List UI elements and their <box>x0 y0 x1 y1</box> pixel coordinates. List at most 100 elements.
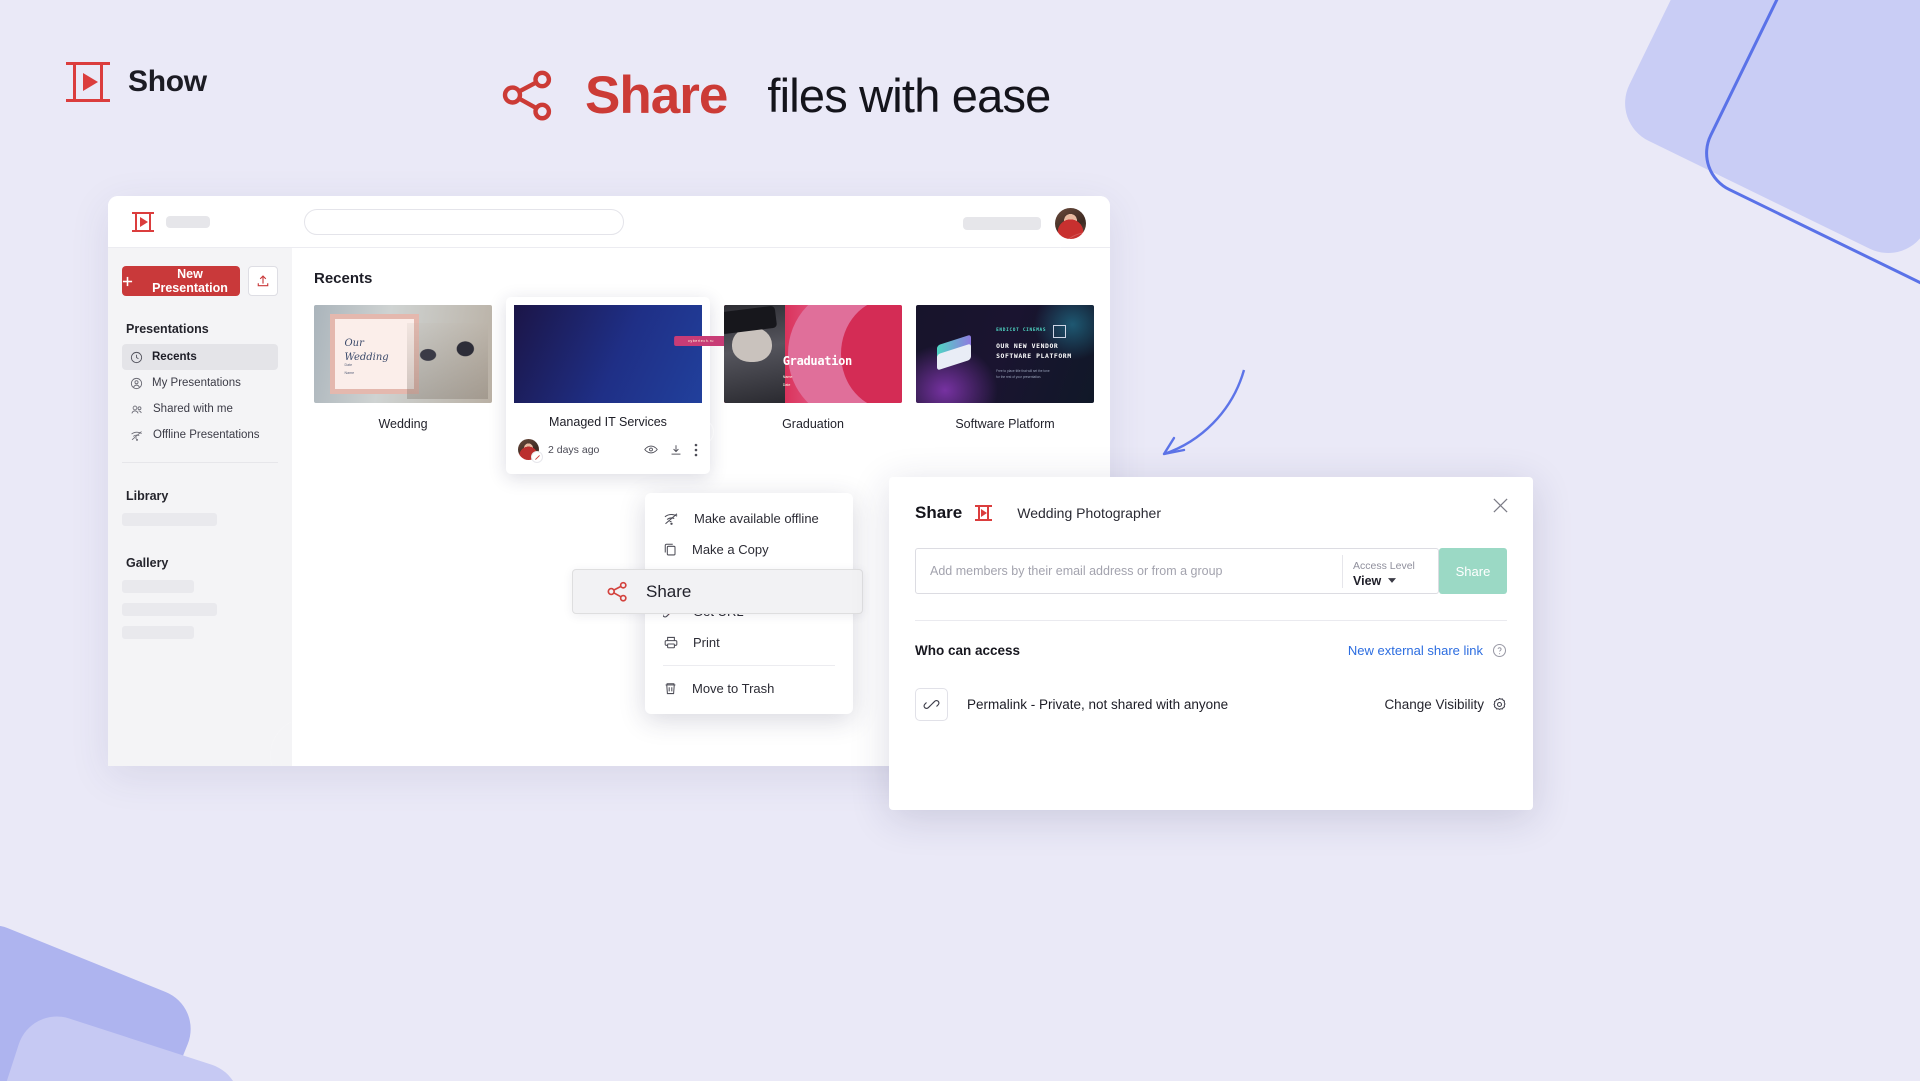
sidebar-heading-presentations: Presentations <box>126 322 209 336</box>
show-logo-icon <box>975 505 993 521</box>
chevron-down-icon <box>1388 578 1397 583</box>
plus-icon <box>122 276 133 287</box>
decorative-shape-top-right <box>1610 0 1920 268</box>
close-icon[interactable] <box>1492 497 1509 514</box>
sidebar-item-shared-with-me[interactable]: Shared with me <box>122 396 278 422</box>
sidebar-heading-library: Library <box>126 489 169 503</box>
download-icon[interactable] <box>670 444 682 456</box>
topbar-right <box>963 208 1086 239</box>
avatar <box>518 439 543 463</box>
new-presentation-label: New Presentation <box>152 267 228 295</box>
menu-item-label: Make available offline <box>694 511 819 526</box>
sidebar-library-placeholder <box>122 513 217 526</box>
access-level-value: View <box>1353 573 1382 588</box>
access-level-selector[interactable]: Access Level View <box>1342 554 1438 588</box>
add-members-input[interactable] <box>916 549 1342 593</box>
upload-icon <box>256 274 270 288</box>
change-visibility-button[interactable]: Change Visibility <box>1384 697 1507 712</box>
sidebar-gallery-placeholder <box>122 603 217 616</box>
sidebar-gallery-placeholder <box>122 626 194 639</box>
thumbnail-brand: ENDICOT CINEMAS <box>996 327 1047 333</box>
sidebar-actions: New Presentation <box>122 266 278 296</box>
menu-divider <box>663 665 835 666</box>
share-invite-row: Access Level View Share <box>915 548 1507 594</box>
presentation-card-managed-it-services[interactable]: cybertech.ru RESULTS-DRIVENMANAGED ITSER… <box>270 232 1110 766</box>
sidebar-item-label: My Presentations <box>152 377 241 389</box>
menu-item-share[interactable]: Share <box>572 569 863 614</box>
presentation-card-list: Our Wedding Date Name Wedding cybertech.ru <box>270 232 1110 766</box>
sidebar-item-offline-presentations[interactable]: Offline Presentations <box>122 422 278 448</box>
menu-item-make-available-offline[interactable]: Make available offline <box>645 503 853 534</box>
question-circle-icon[interactable] <box>1492 643 1507 658</box>
menu-item-label: Make a Copy <box>692 542 769 557</box>
decorative-shape-bottom-left <box>0 913 203 1081</box>
sidebar-item-recents[interactable]: Recents <box>122 344 278 370</box>
card-caption: Managed IT Services <box>549 415 667 429</box>
card-meta: 2 days ago <box>506 439 710 470</box>
page-root: Show Share files with ease New Presentat… <box>0 0 1920 1081</box>
new-external-share-link[interactable]: New external share link <box>1348 643 1483 658</box>
sidebar: New Presentation Presentations Recents M… <box>108 248 292 766</box>
show-logo-icon <box>66 62 110 102</box>
hero-subtitle: files with ease <box>767 68 1051 122</box>
share-dialog-title: Share <box>915 503 963 522</box>
upload-button[interactable] <box>248 266 278 296</box>
presentation-card-software-platform[interactable]: ENDICOT CINEMAS OUR NEW VENDOR SOFTWARE P… <box>916 305 1094 431</box>
app-topbar <box>108 196 1110 248</box>
card-caption: Wedding <box>378 417 428 431</box>
user-circle-icon <box>130 377 143 390</box>
wifi-off-icon <box>663 511 680 526</box>
sidebar-item-label: Recents <box>152 351 197 363</box>
brand: Show <box>66 62 207 102</box>
card-caption: Software Platform <box>955 417 1055 431</box>
gear-icon <box>1492 697 1507 712</box>
card-caption: Graduation <box>782 417 844 431</box>
permalink-row: Permalink - Private, not shared with any… <box>889 658 1533 721</box>
wifi-off-icon <box>130 429 144 442</box>
who-can-access-row: Who can access New external share link <box>889 621 1533 658</box>
thumbnail: Our Wedding Date Name <box>314 305 492 403</box>
decorative-arrow-icon <box>1140 360 1250 470</box>
copy-icon <box>663 542 678 557</box>
app-name-placeholder <box>166 215 210 228</box>
thumbnail-badge: cybertech.ru <box>674 336 728 347</box>
hero-heading: Share files with ease <box>497 64 1051 126</box>
sidebar-item-label: Shared with me <box>153 403 233 415</box>
eye-icon[interactable] <box>644 444 658 455</box>
menu-item-label: Share <box>646 581 692 601</box>
menu-item-label: Print <box>693 635 720 650</box>
trash-icon <box>663 681 678 696</box>
printer-icon <box>663 635 679 650</box>
share-nodes-icon <box>605 579 630 604</box>
sidebar-gallery-placeholder <box>122 580 194 593</box>
edit-pencil-icon <box>531 451 543 463</box>
share-nodes-icon <box>497 64 559 126</box>
thumbnail: ENDICOT CINEMAS OUR NEW VENDOR SOFTWARE P… <box>916 305 1094 403</box>
who-can-access-title: Who can access <box>915 643 1021 658</box>
topbar-label-placeholder <box>963 217 1041 230</box>
external-share-link-group: New external share link <box>1348 643 1507 658</box>
menu-item-make-a-copy[interactable]: Make a Copy <box>645 534 853 565</box>
access-level-label: Access Level <box>1353 559 1415 572</box>
search-input[interactable] <box>304 209 624 235</box>
sidebar-item-my-presentations[interactable]: My Presentations <box>122 370 278 396</box>
menu-item-move-to-trash[interactable]: Move to Trash <box>645 673 853 704</box>
share-dialog-header: Share Wedding Photographer <box>889 477 1533 523</box>
sidebar-item-label: Offline Presentations <box>153 429 260 441</box>
card-action-icons <box>644 443 698 457</box>
card-timestamp: 2 days ago <box>548 443 600 456</box>
presentation-card-wedding[interactable]: Our Wedding Date Name Wedding <box>314 305 492 431</box>
page-title: Recents <box>314 270 373 287</box>
show-logo-icon[interactable] <box>132 211 154 232</box>
share-submit-button[interactable]: Share <box>1439 548 1507 594</box>
thumbnail: Graduation Name Date <box>724 305 902 403</box>
permalink-text: Permalink - Private, not shared with any… <box>967 697 1229 712</box>
menu-item-print[interactable]: Print <box>645 627 853 658</box>
link-icon <box>915 688 948 721</box>
share-dialog-document-name: Wedding Photographer <box>1017 505 1161 521</box>
presentation-card-graduation[interactable]: Graduation Name Date Graduation <box>724 305 902 431</box>
clock-icon <box>130 351 143 364</box>
sidebar-divider <box>122 462 278 463</box>
share-input-wrapper: Access Level View <box>915 548 1439 594</box>
new-presentation-button[interactable]: New Presentation <box>122 266 240 296</box>
